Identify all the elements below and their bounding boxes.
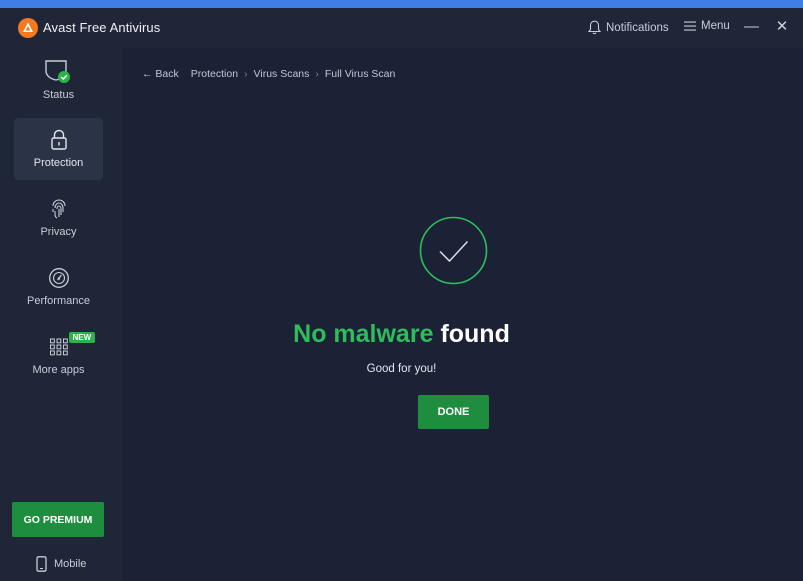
sidebar-item-label: Performance: [27, 295, 90, 307]
result-subtitle: Good for you!: [366, 363, 437, 375]
result-title: No malware found: [0, 320, 803, 349]
minimize-button[interactable]: —: [744, 18, 759, 35]
app-title: Avast Free Antivirus: [43, 20, 161, 35]
bell-icon: [588, 20, 601, 35]
avast-logo-icon: [18, 18, 38, 38]
title-bar: Avast Free Antivirus Notifications Menu …: [0, 8, 803, 48]
lock-icon: [50, 129, 67, 150]
notifications-button[interactable]: Notifications: [588, 20, 669, 35]
fingerprint-icon: [51, 199, 66, 219]
done-button[interactable]: DONE: [418, 395, 489, 429]
breadcrumb-item-protection[interactable]: Protection: [191, 68, 238, 80]
back-link[interactable]: ← Back: [142, 68, 179, 80]
breadcrumb-item-full-virus-scan: Full Virus Scan: [324, 68, 396, 80]
shield-check-icon: [44, 60, 70, 83]
sidebar-item-performance[interactable]: Performance: [14, 256, 103, 318]
sidebar-item-label: Status: [42, 89, 75, 101]
sidebar: Status Protection Privacy Performance NE…: [0, 48, 122, 581]
speedometer-icon: [48, 268, 69, 288]
mobile-phone-icon: [36, 556, 47, 572]
sidebar-item-status[interactable]: Status: [14, 50, 103, 112]
sidebar-item-privacy[interactable]: Privacy: [14, 187, 103, 249]
mobile-button[interactable]: Mobile: [36, 556, 86, 572]
sidebar-item-protection[interactable]: Protection: [14, 118, 103, 180]
menu-label: Menu: [701, 20, 730, 32]
menu-button[interactable]: Menu: [684, 20, 730, 32]
hamburger-icon: [684, 21, 696, 31]
breadcrumb: ← Back Protection › Virus Scans › Full V…: [142, 68, 395, 80]
breadcrumb-item-virus-scans[interactable]: Virus Scans: [254, 68, 310, 80]
go-premium-button[interactable]: GO PREMIUM: [12, 502, 104, 537]
result-title-highlight: No malware: [293, 320, 434, 348]
result-title-rest: found: [440, 320, 510, 348]
breadcrumb-separator: ›: [315, 68, 319, 80]
window-top-accent-strip: [0, 0, 803, 8]
breadcrumb-separator: ›: [244, 68, 248, 80]
sidebar-item-label: Protection: [33, 157, 84, 169]
close-button[interactable]: ✕: [775, 17, 789, 35]
success-check-icon: [419, 216, 488, 285]
notifications-label: Notifications: [606, 21, 669, 34]
sidebar-item-label: Privacy: [40, 226, 77, 238]
mobile-label: Mobile: [54, 558, 87, 570]
